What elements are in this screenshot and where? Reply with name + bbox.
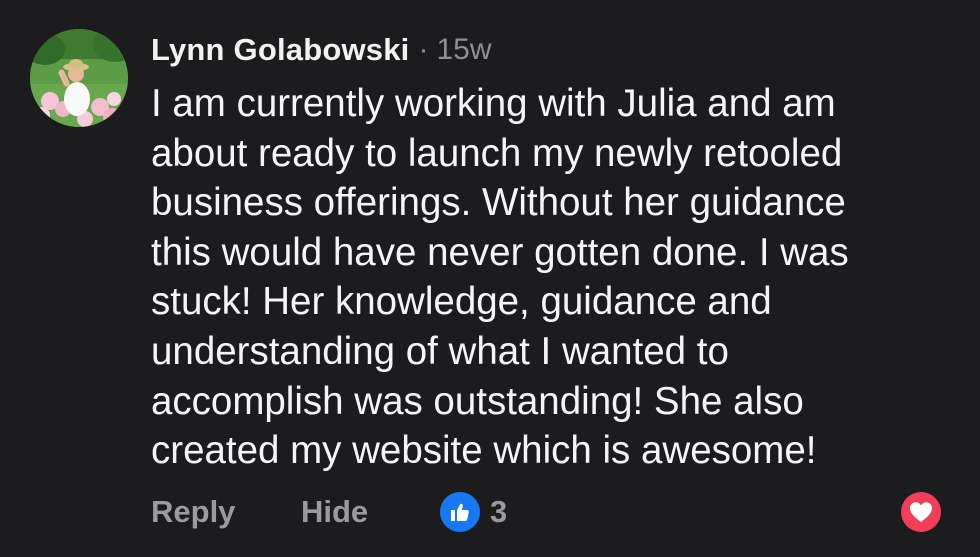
comment-text: I am currently working with Julia and am… <box>151 82 849 473</box>
comment-header: Lynn Golabowski · 15w <box>151 30 492 70</box>
header-separator: · <box>418 33 429 66</box>
like-reaction-summary[interactable]: 3 <box>440 492 507 532</box>
author-name[interactable]: Lynn Golabowski <box>151 32 410 68</box>
like-count: 3 <box>490 494 508 529</box>
hide-button[interactable]: Hide <box>301 492 368 532</box>
heart-icon <box>910 502 932 522</box>
heart-reaction-button[interactable] <box>901 492 941 532</box>
comment-actions: Reply Hide 3 <box>151 492 951 532</box>
thumbs-up-icon <box>440 492 480 532</box>
avatar-photo <box>30 29 128 127</box>
timestamp[interactable]: 15w <box>437 33 492 67</box>
reply-button[interactable]: Reply <box>151 492 235 532</box>
avatar[interactable] <box>30 29 128 127</box>
